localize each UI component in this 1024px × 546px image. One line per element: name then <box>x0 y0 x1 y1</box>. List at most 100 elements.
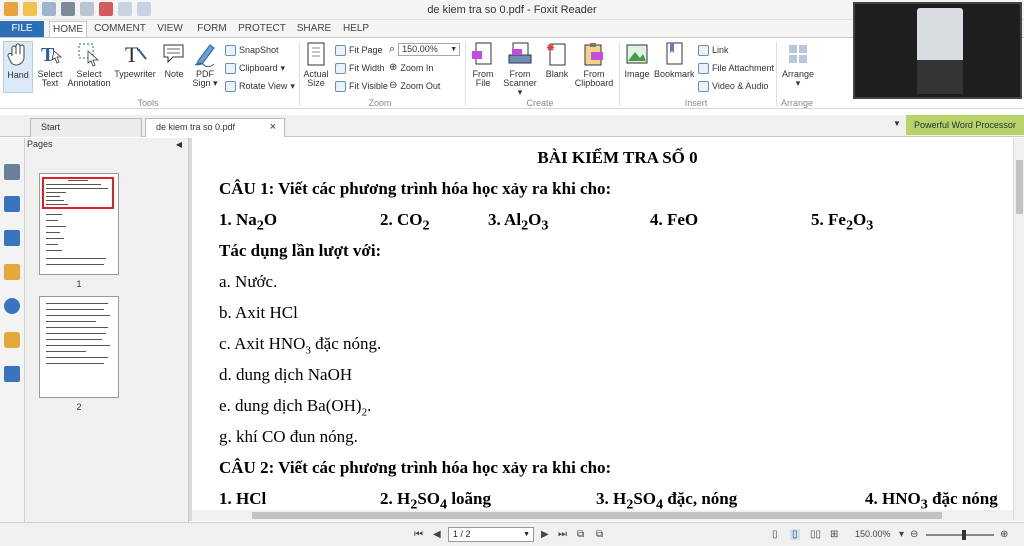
continuous-facing-icon[interactable]: ⊞ <box>830 529 838 540</box>
zoom-in-label: Zoom In <box>400 63 434 73</box>
zoom-select[interactable]: 150.00% ▼ <box>398 42 461 56</box>
from-clipboard-button[interactable]: From Clipboard <box>574 41 614 88</box>
blank-button[interactable]: Blank <box>542 41 572 79</box>
arrange-button[interactable]: Arrange ▾ <box>780 41 816 88</box>
note-button[interactable]: Note <box>160 41 188 79</box>
q1-item-3-text: 3. Al <box>488 210 522 229</box>
clipboard-button[interactable]: Clipboard ▾ <box>225 61 285 75</box>
hand-label: Hand <box>7 70 29 80</box>
typewriter-button[interactable]: T Typewriter <box>113 41 157 79</box>
vertical-scrollbar[interactable] <box>1013 138 1024 521</box>
security-lock-icon[interactable] <box>4 332 20 348</box>
q1-item-2-text: 2. CO <box>380 210 423 229</box>
thumb-text-line <box>46 258 106 259</box>
tab-help[interactable]: HELP <box>340 21 372 37</box>
tab-start[interactable]: Start <box>30 118 142 137</box>
bookmark-button[interactable]: Bookmark <box>654 41 695 79</box>
vertical-scroll-thumb[interactable] <box>1016 160 1023 214</box>
annotation-cursor-icon <box>76 41 102 67</box>
page-thumbnail-1[interactable] <box>39 173 119 275</box>
zoom-select-row: ⌕ 150.00% ▼ <box>389 42 461 56</box>
page-thumbnail-2[interactable] <box>39 296 119 398</box>
q1-item-4: 4. FeO <box>650 210 698 230</box>
from-file-icon <box>470 41 496 67</box>
from-clipboard-icon <box>581 41 607 67</box>
tabs-dropdown-icon[interactable]: ▼ <box>893 119 901 128</box>
tab-view[interactable]: VIEW <box>152 21 188 37</box>
actual-size-button[interactable]: Actual Size <box>302 41 330 88</box>
comments-icon[interactable] <box>4 264 20 280</box>
q1-item-3: 3. Al2O3 <box>488 210 548 234</box>
select-text-button[interactable]: T Select Text <box>36 41 64 88</box>
horizontal-scroll-thumb[interactable] <box>252 512 942 519</box>
next-view-icon[interactable]: ⧉ <box>596 529 603 540</box>
link-icon <box>698 44 709 56</box>
zoom-out-icon: ⊖ <box>389 80 398 91</box>
tab-protect[interactable]: PROTECT <box>236 21 288 37</box>
tab-share[interactable]: SHARE <box>294 21 334 37</box>
horizontal-scrollbar[interactable] <box>192 510 1013 521</box>
image-label: Image <box>624 69 650 79</box>
page-number-input[interactable]: 1 / 2 ▼ <box>448 527 534 542</box>
snapshot-button[interactable]: SnapShot <box>225 43 279 57</box>
attachments-icon[interactable] <box>4 298 20 314</box>
tab-form[interactable]: FORM <box>194 21 230 37</box>
previous-view-icon[interactable]: ⧉ <box>577 529 584 540</box>
single-page-icon[interactable]: ▯ <box>772 529 778 540</box>
previous-page-icon[interactable]: ◀ <box>433 529 441 540</box>
pdf-sign-button[interactable]: PDF Sign ▾ <box>190 41 220 88</box>
zoom-in-icon[interactable]: ⊕ <box>1000 529 1008 540</box>
link-button[interactable]: Link <box>698 43 729 57</box>
thumb-text-line <box>46 250 62 251</box>
facing-page-icon[interactable]: ▯▯ <box>810 529 821 540</box>
fit-width-button[interactable]: Fit Width <box>335 61 385 75</box>
zoom-dropdown-icon[interactable]: ▾ <box>899 529 904 540</box>
tab-document[interactable]: de kiem tra so 0.pdf × <box>145 118 285 137</box>
video-audio-button[interactable]: Video & Audio <box>698 79 768 93</box>
window-preview-thumbnail[interactable] <box>853 2 1022 99</box>
first-page-icon[interactable]: ⏮ <box>414 529 423 540</box>
select-annotation-button[interactable]: Select Annotation <box>66 41 112 88</box>
from-scanner-label-2: Scanner ▾ <box>503 78 537 97</box>
pdf-sign-label-2: Sign ▾ <box>192 78 218 88</box>
continuous-page-icon[interactable]: ▯ <box>790 529 800 540</box>
document-viewport[interactable]: BÀI KIỂM TRA SỐ 0 CÂU 1: Viết các phương… <box>189 138 1024 521</box>
tab-file[interactable]: FILE <box>0 21 44 37</box>
from-scanner-button[interactable]: From Scanner ▾ <box>500 41 540 97</box>
hand-tool-button[interactable]: Hand <box>3 41 33 93</box>
tab-comment[interactable]: COMMENT <box>93 21 147 37</box>
bookmarks-icon[interactable] <box>4 164 20 180</box>
zoom-out-button[interactable]: ⊖ Zoom Out <box>389 79 440 93</box>
zoom-in-button[interactable]: ⊕ Zoom In <box>389 61 433 75</box>
fit-page-button[interactable]: Fit Page <box>335 43 383 57</box>
thumb-text-line <box>46 244 58 245</box>
blank-label: Blank <box>545 69 569 79</box>
document-heading: BÀI KIỂM TRA SỐ 0 <box>537 148 698 167</box>
tab-home[interactable]: HOME <box>49 21 87 37</box>
collapse-panel-icon[interactable]: ◀ <box>176 138 182 151</box>
q2-item-2-mid: SO <box>417 489 440 508</box>
pen-sign-icon <box>192 41 218 68</box>
zoom-select-value: 150.00% <box>402 43 438 54</box>
thumb-text-line <box>46 327 108 328</box>
signatures-icon[interactable] <box>4 366 20 382</box>
next-page-icon[interactable]: ▶ <box>541 529 549 540</box>
promo-banner[interactable]: Powerful Word Processor <box>906 115 1024 135</box>
ribbon-separator <box>619 42 620 106</box>
fit-page-icon <box>335 44 346 56</box>
pages-icon[interactable] <box>4 196 20 212</box>
fit-visible-button[interactable]: Fit Visible <box>335 79 388 93</box>
layers-icon[interactable] <box>4 230 20 246</box>
subscript: 3 <box>541 217 549 234</box>
pages-panel-header: Pages ◀ <box>25 138 188 152</box>
close-tab-icon[interactable]: × <box>270 119 276 136</box>
rotate-view-button[interactable]: Rotate View ▾ <box>225 79 295 93</box>
last-page-icon[interactable]: ⏭ <box>558 529 567 540</box>
from-file-button[interactable]: From File <box>468 41 498 88</box>
file-attachment-button[interactable]: File Attachment <box>698 61 774 75</box>
item-g: g. khí CO đun nóng. <box>219 427 358 446</box>
image-button[interactable]: Image <box>622 41 652 79</box>
zoom-out-icon[interactable]: ⊖ <box>910 529 918 540</box>
zoom-slider-knob[interactable] <box>962 530 966 540</box>
zoom-slider[interactable] <box>926 530 994 540</box>
